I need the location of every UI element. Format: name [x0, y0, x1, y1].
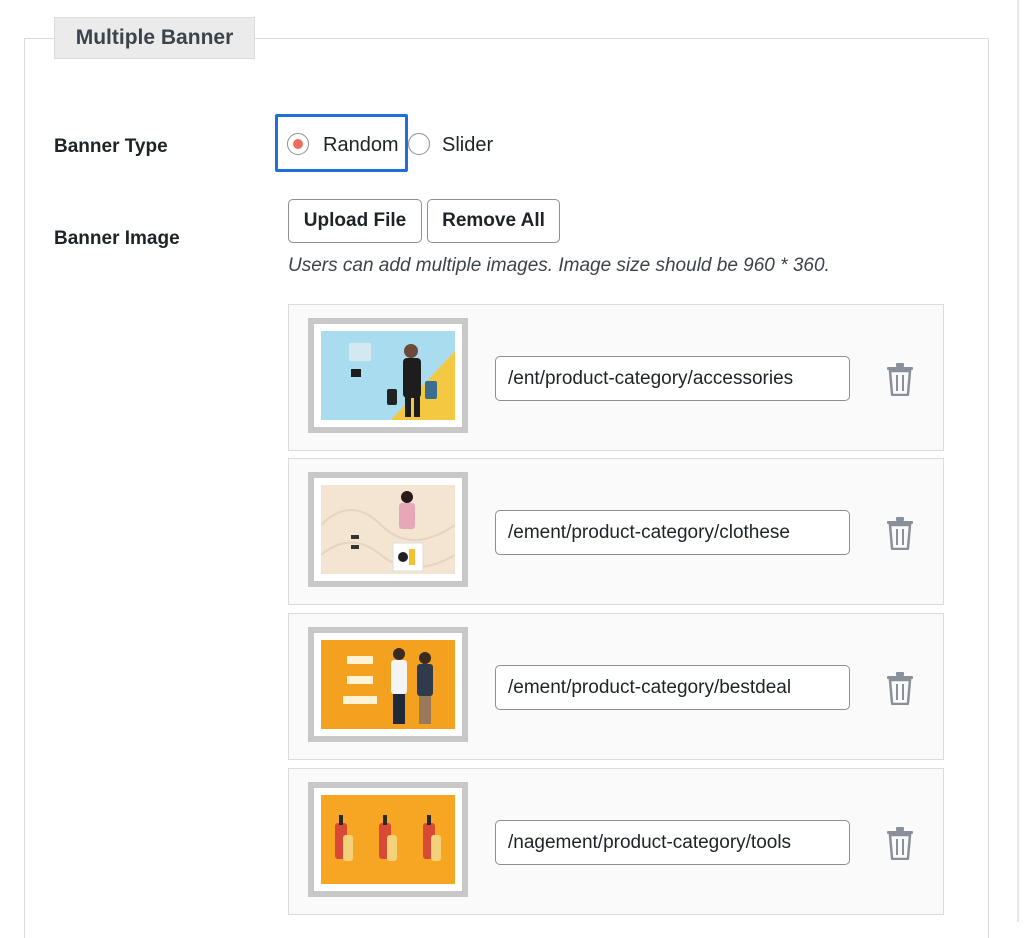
banner-url-input[interactable] [495, 510, 850, 555]
section-legend: Multiple Banner [54, 17, 255, 59]
banner-thumbnail[interactable] [308, 472, 468, 587]
banner-url-input[interactable] [495, 665, 850, 710]
upload-file-button[interactable]: Upload File [288, 199, 422, 243]
page-edge-border [1017, 0, 1019, 922]
banner-item [288, 613, 944, 760]
radio-slider[interactable] [408, 133, 430, 155]
trash-icon[interactable] [885, 826, 915, 861]
banner-thumbnail-image [321, 640, 455, 729]
banner-thumbnail-image [321, 485, 455, 574]
banner-thumbnail[interactable] [308, 318, 468, 433]
help-text: Users can add multiple images. Image siz… [288, 255, 830, 276]
radio-random-label[interactable]: Random [323, 133, 399, 157]
banner-url-input[interactable] [495, 356, 850, 401]
radio-slider-label[interactable]: Slider [442, 133, 493, 157]
banner-thumbnail[interactable] [308, 627, 468, 742]
banner-thumbnail[interactable] [308, 782, 468, 897]
banner-thumbnail-image [321, 795, 455, 884]
trash-icon[interactable] [885, 362, 915, 397]
trash-icon[interactable] [885, 671, 915, 706]
banner-item [288, 304, 944, 451]
banner-thumbnail-image [321, 331, 455, 420]
banner-item [288, 768, 944, 915]
banner-image-label: Banner Image [54, 228, 180, 249]
banner-item [288, 458, 944, 605]
remove-all-button[interactable]: Remove All [427, 199, 560, 243]
banner-url-input[interactable] [495, 820, 850, 865]
trash-icon[interactable] [885, 516, 915, 551]
radio-random[interactable] [287, 133, 309, 155]
banner-type-label: Banner Type [54, 136, 168, 157]
